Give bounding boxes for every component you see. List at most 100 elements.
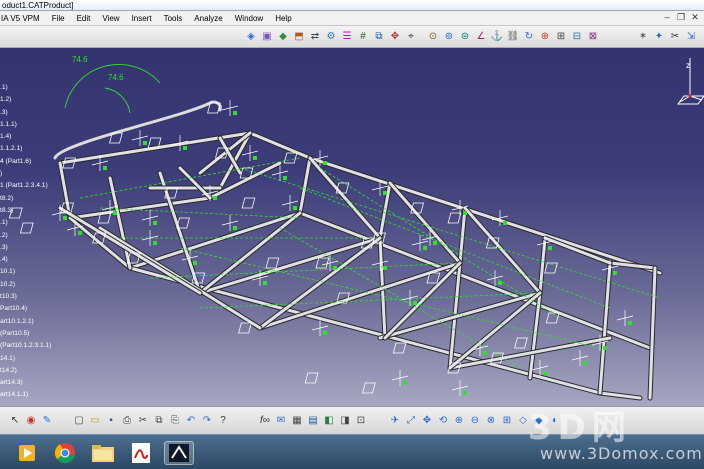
cut-icon[interactable]: ✂ bbox=[136, 413, 150, 428]
tree-node[interactable]: art14.3) bbox=[0, 377, 70, 389]
comment-icon[interactable]: ✉ bbox=[274, 413, 288, 428]
hide-show-icon[interactable]: ◐ bbox=[548, 413, 562, 428]
component-icon[interactable]: ▣ bbox=[260, 29, 274, 44]
pan-icon[interactable]: ✥ bbox=[420, 413, 434, 428]
normal-view-icon[interactable]: ⊗ bbox=[484, 413, 498, 428]
save-icon[interactable]: ▪ bbox=[104, 413, 118, 428]
axis-triad-icon[interactable] bbox=[304, 370, 409, 386]
menu-view[interactable]: View bbox=[96, 14, 125, 23]
tree-node[interactable]: art14.1.1) bbox=[0, 389, 70, 401]
replace-icon[interactable]: ⇄ bbox=[308, 29, 322, 44]
whats-this-icon[interactable]: ? bbox=[216, 413, 230, 428]
tree-node[interactable]: 1 (Part1.2.3.4.1) bbox=[0, 180, 70, 192]
sketch-icon[interactable]: ✎ bbox=[40, 413, 54, 428]
fit-all-icon[interactable]: ⤢ bbox=[404, 413, 418, 428]
tree-node[interactable]: .1) bbox=[0, 82, 70, 94]
tree-node[interactable]: 10.2) bbox=[0, 279, 70, 291]
menu-window[interactable]: Window bbox=[229, 14, 269, 23]
tree-node[interactable]: 1.4) bbox=[0, 131, 70, 143]
shading-icon[interactable]: ◆ bbox=[532, 413, 546, 428]
iso-view-icon[interactable]: ◇ bbox=[516, 413, 530, 428]
fly-mode-icon[interactable]: ✈ bbox=[388, 413, 402, 428]
section-icon[interactable]: ✂ bbox=[668, 29, 682, 44]
tree-node[interactable]: .3) bbox=[0, 242, 70, 254]
change-constraint-icon[interactable]: ⊠ bbox=[586, 29, 600, 44]
angle-icon[interactable]: ∠ bbox=[474, 29, 488, 44]
select-icon[interactable]: ↖ bbox=[8, 413, 22, 428]
offset-icon[interactable]: ⊜ bbox=[458, 29, 472, 44]
chrome-icon[interactable] bbox=[50, 441, 80, 465]
explode-icon[interactable]: ✶ bbox=[636, 29, 650, 44]
rotate-icon[interactable]: ⟲ bbox=[436, 413, 450, 428]
snap-icon[interactable]: ⌖ bbox=[404, 29, 418, 44]
menu-edit[interactable]: Edit bbox=[71, 14, 97, 23]
tree-node[interactable]: 1.2) bbox=[0, 94, 70, 106]
publish-icon[interactable]: ◨ bbox=[338, 413, 352, 428]
scan-icon[interactable]: ⊡ bbox=[354, 413, 368, 428]
numbering-icon[interactable]: # bbox=[356, 29, 370, 44]
tree-node[interactable]: t10.3) bbox=[0, 291, 70, 303]
media-player-icon[interactable] bbox=[12, 441, 42, 465]
multi-instance-icon[interactable]: ⧉ bbox=[372, 29, 386, 44]
menu-analyze[interactable]: Analyze bbox=[188, 14, 228, 23]
axis-triad-icon[interactable] bbox=[176, 215, 239, 231]
compass-icon[interactable]: z bbox=[674, 56, 704, 106]
formula-icon[interactable]: f∞ bbox=[258, 413, 272, 428]
frame-tube[interactable] bbox=[198, 236, 382, 295]
tree-node[interactable]: 4 (Part1.6) bbox=[0, 156, 70, 168]
tree-node[interactable]: art10.1.2.1) bbox=[0, 316, 70, 328]
tree-node[interactable]: .1) bbox=[0, 217, 70, 229]
menu-file[interactable]: File bbox=[46, 14, 71, 23]
zoom-in-icon[interactable]: ⊕ bbox=[452, 413, 466, 428]
tree-node[interactable]: t14.2) bbox=[0, 365, 70, 377]
dimension-label[interactable]: 74.6 bbox=[72, 55, 88, 64]
pdf-reader-icon[interactable] bbox=[126, 441, 156, 465]
axis-triad-icon[interactable] bbox=[241, 195, 299, 211]
reuse-pattern-icon[interactable]: ⊞ bbox=[554, 29, 568, 44]
product-icon[interactable]: ◈ bbox=[244, 29, 258, 44]
redo-icon[interactable]: ↷ bbox=[200, 413, 214, 428]
menu-tools[interactable]: Tools bbox=[158, 14, 189, 23]
tree-node[interactable]: 10.1) bbox=[0, 266, 70, 278]
new-icon[interactable]: ▢ bbox=[72, 413, 86, 428]
zoom-out-icon[interactable]: ⊖ bbox=[468, 413, 482, 428]
constraint-icon[interactable]: ⊕ bbox=[538, 29, 552, 44]
tree-node[interactable]: 14.1) bbox=[0, 353, 70, 365]
tree-node[interactable]: .4) bbox=[0, 254, 70, 266]
print-icon[interactable]: ⎙ bbox=[120, 413, 134, 428]
frame-tube[interactable] bbox=[198, 211, 302, 295]
library-icon[interactable]: ◧ bbox=[322, 413, 336, 428]
menu-insert[interactable]: Insert bbox=[126, 14, 158, 23]
frame-tube[interactable] bbox=[68, 196, 212, 220]
catalog-icon[interactable]: ◉ bbox=[24, 413, 38, 428]
multi-view-icon[interactable]: ⊞ bbox=[500, 413, 514, 428]
frame-tube[interactable] bbox=[248, 131, 312, 160]
tree-node[interactable]: 1.1.1) bbox=[0, 119, 70, 131]
catalog-browser-icon[interactable]: ▤ bbox=[306, 413, 320, 428]
tree-node[interactable]: Part10.4) bbox=[0, 303, 70, 315]
paste-icon[interactable]: ⎘ bbox=[168, 413, 182, 428]
tree-node[interactable]: t8.2) bbox=[0, 193, 70, 205]
manipulate-icon[interactable]: ✥ bbox=[388, 29, 402, 44]
frame-tube[interactable] bbox=[543, 236, 612, 265]
update-icon[interactable]: ↻ bbox=[522, 29, 536, 44]
minimize-icon[interactable]: – bbox=[660, 11, 674, 24]
copy-icon[interactable]: ⧉ bbox=[152, 413, 166, 428]
restore-icon[interactable]: ❐ bbox=[674, 11, 688, 24]
contact-icon[interactable]: ⊚ bbox=[442, 29, 456, 44]
menu-help[interactable]: Help bbox=[269, 14, 297, 23]
tree-node[interactable]: (Part10.1.2.3.1.1) bbox=[0, 340, 70, 352]
fix-together-icon[interactable]: ⛓ bbox=[506, 29, 520, 44]
table-icon[interactable]: ▦ bbox=[290, 413, 304, 428]
tree-node[interactable]: .2) bbox=[0, 230, 70, 242]
tree-node[interactable]: t8.3) bbox=[0, 205, 70, 217]
reorder-icon[interactable]: ☰ bbox=[340, 29, 354, 44]
graph-tree-icon[interactable]: ⚙ bbox=[324, 29, 338, 44]
part-icon[interactable]: ◆ bbox=[276, 29, 290, 44]
tree-node[interactable]: .3) bbox=[0, 107, 70, 119]
measure-icon[interactable]: ⇲ bbox=[684, 29, 698, 44]
open-icon[interactable]: ▭ bbox=[88, 413, 102, 428]
catia-icon[interactable] bbox=[164, 441, 194, 465]
coincidence-icon[interactable]: ⊙ bbox=[426, 29, 440, 44]
3d-viewport[interactable]: 74.6 74.6 .1) 1.2) .3) 1.1.1) 1.4) 1.1.2.… bbox=[0, 48, 704, 406]
